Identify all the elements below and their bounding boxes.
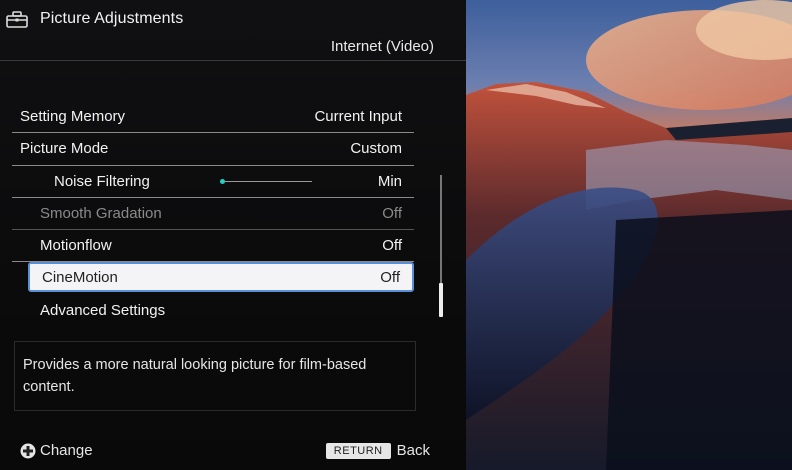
back-label: Back [396,442,430,459]
menu-item-noise-filtering[interactable]: Noise Filtering Min [12,166,414,198]
menu-item-smooth-gradation: Smooth Gradation Off [12,198,414,231]
scrollbar-thumb[interactable] [439,283,443,317]
menu-item-value: Custom [350,140,402,158]
menu-item-value: Off [382,237,402,255]
picture-adjustments-panel: Picture Adjustments Internet (Video) Set… [0,0,466,470]
dpad-icon [20,443,36,459]
background-photo [466,0,792,470]
menu-item-advanced-settings[interactable]: Advanced Settings [12,294,414,326]
menu-scrollbar[interactable] [439,175,443,317]
change-label: Change [40,442,93,459]
menu-item-motionflow[interactable]: Motionflow Off [12,230,414,263]
slider-knob[interactable] [220,178,225,184]
menu-item-cinemotion[interactable]: CineMotion Off [28,262,414,293]
menu-item-label: Setting Memory [20,108,126,126]
return-key-badge: RETURN [325,442,391,459]
page-title: Picture Adjustments [40,10,184,27]
noise-filtering-slider[interactable] [220,178,312,184]
menu-item-picture-mode[interactable]: Picture Mode Custom [12,133,414,166]
mountain-landscape-image [466,0,792,470]
settings-menu: Setting Memory Current Input Picture Mod… [12,101,414,327]
title-row: Picture Adjustments [6,6,183,32]
menu-item-value: Off [380,268,400,286]
menu-item-value: Min [377,172,402,190]
back-hint[interactable]: RETURN Back [325,442,430,459]
help-description: Provides a more natural looking picture … [14,341,416,411]
menu-item-label: CineMotion [42,268,118,286]
menu-item-value: Current Input [314,108,402,126]
menu-item-label: Motionflow [40,237,112,255]
input-source-label: Internet (Video) [330,38,434,55]
footer-hints: Change RETURN Back [0,440,466,464]
menu-item-label: Picture Mode [20,140,109,158]
change-hint: Change [20,442,93,459]
toolbox-icon [6,10,28,28]
menu-item-setting-memory[interactable]: Setting Memory Current Input [12,101,414,134]
menu-item-value: Off [382,205,402,223]
menu-item-label: Advanced Settings [40,302,166,320]
menu-item-label: Noise Filtering [54,172,150,190]
menu-item-label: Smooth Gradation [40,205,162,223]
header-divider [0,60,466,61]
